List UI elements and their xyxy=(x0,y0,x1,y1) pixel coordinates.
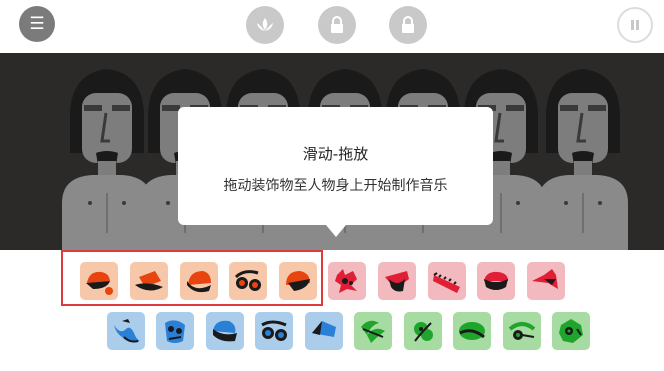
effect-item-4[interactable] xyxy=(477,262,515,300)
mode-button-1[interactable] xyxy=(246,6,284,44)
menu-button[interactable]: ☰ xyxy=(19,6,55,42)
voice-item-3[interactable] xyxy=(453,312,491,350)
lotus-icon xyxy=(257,18,273,31)
hat-icon xyxy=(312,321,336,337)
effect-item-1[interactable] xyxy=(328,262,366,300)
cap-icon xyxy=(213,320,237,342)
headband-icon xyxy=(433,272,460,293)
mode-button-2[interactable] xyxy=(318,6,356,44)
voice-item-1[interactable] xyxy=(354,312,392,350)
effect-item-5[interactable] xyxy=(527,262,565,300)
effect-item-2[interactable] xyxy=(378,262,416,300)
leaves-icon xyxy=(414,322,433,342)
headphones-icon xyxy=(508,322,536,340)
melody-item-2[interactable] xyxy=(156,312,194,350)
tooltip-text: 拖动装饰物至人物身上开始制作音乐 xyxy=(223,178,448,194)
hair-icon xyxy=(114,319,140,343)
effect-item-3[interactable] xyxy=(428,262,466,300)
melody-item-4[interactable] xyxy=(255,312,293,350)
voice-item-5[interactable] xyxy=(552,312,590,350)
hat-icon xyxy=(385,271,409,292)
tutorial-tooltip: 滑动-拖放 拖动装饰物至人物身上开始制作音乐 xyxy=(178,107,493,237)
tooltip-arrow xyxy=(326,225,346,237)
melody-item-1[interactable] xyxy=(107,312,145,350)
visor-icon xyxy=(459,322,485,340)
bird-hat-icon xyxy=(532,269,558,289)
top-toolbar: ☰ xyxy=(0,0,664,50)
melody-item-3[interactable] xyxy=(206,312,244,350)
melody-item-5[interactable] xyxy=(305,312,343,350)
tooltip-title: 滑动-拖放 xyxy=(302,145,369,163)
pause-icon xyxy=(631,20,639,30)
tutorial-highlight-box xyxy=(61,250,323,306)
lock-icon xyxy=(402,16,414,33)
voice-item-2[interactable] xyxy=(404,312,442,350)
leaf-icon xyxy=(361,320,385,343)
pause-button[interactable] xyxy=(617,7,653,43)
goggles-icon xyxy=(261,320,287,341)
menu-icon: ☰ xyxy=(29,14,45,34)
mask-icon xyxy=(335,269,357,293)
voice-item-4[interactable] xyxy=(503,312,541,350)
lock-icon xyxy=(331,16,343,33)
mode-button-3[interactable] xyxy=(389,6,427,44)
cap-icon xyxy=(484,271,508,290)
mask-icon xyxy=(165,320,185,343)
mask-icon xyxy=(559,319,583,343)
